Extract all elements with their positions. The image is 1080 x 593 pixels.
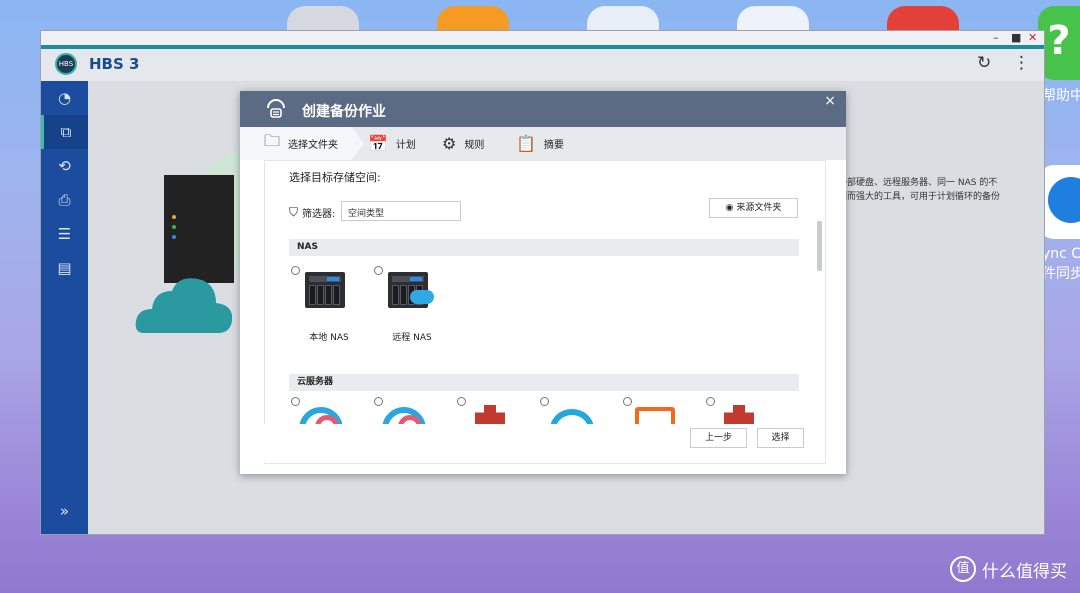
dialog-footer: 上一步 选择 (264, 424, 824, 462)
background-description: 外部硬盘、远程服务器、同一 NAS 的不 间而强大的工具，可用于计划循环的备份 (838, 178, 1001, 202)
local-nas-label: 本地 NAS (309, 333, 349, 343)
illustration-cloud-icon (135, 278, 233, 333)
summary-icon: 📋 (516, 134, 536, 153)
rules-icon: ⚙ (442, 134, 457, 153)
sync-icon[interactable]: ⟲ (41, 149, 88, 183)
space-type-filter[interactable]: 空间类型 (341, 201, 461, 221)
window-titlebar: – ■ ✕ (41, 31, 1044, 49)
filter-label-text: 筛选器: (302, 209, 336, 220)
calendar-icon: 📅 (368, 134, 388, 153)
maximize-button[interactable]: ■ (1011, 31, 1021, 45)
step-label: 选择文件夹 (288, 140, 339, 151)
hbs-logo-icon: HBS (55, 53, 77, 75)
watermark-text: 什么值得买 (982, 561, 1067, 582)
cloud-option-5-radio[interactable] (623, 397, 632, 406)
refresh-icon[interactable]: ↻ (977, 53, 991, 73)
wizard-steps: 🗀 选择文件夹 📅 计划 ⚙ 规则 📋 摘要 (240, 127, 846, 160)
section-title: 选择目标存储空间: (289, 171, 381, 184)
backup-job-icon (267, 99, 285, 118)
local-nas-icon (305, 272, 345, 308)
folder-icon: 🗀 (264, 131, 281, 150)
expand-sidebar-icon[interactable]: » (41, 502, 88, 520)
restore-icon[interactable]: ⎙ (41, 183, 88, 217)
cloud-option-4-radio[interactable] (540, 397, 549, 406)
minimize-button[interactable]: – (993, 31, 999, 45)
dialog-body: 选择目标存储空间: ⛉ 筛选器: 空间类型 ◉ 来源文件夹 NAS 本地 NAS (264, 160, 826, 464)
cloud-option-2-radio[interactable] (374, 397, 383, 406)
more-options-icon[interactable]: ⋮ (1013, 53, 1030, 73)
backup-icon[interactable]: ⧉ (41, 115, 88, 149)
step-summary: 📋 摘要 (516, 127, 564, 160)
scrollbar[interactable] (817, 221, 822, 271)
cloud-badge-icon (410, 290, 434, 304)
dashboard-icon[interactable]: ◔ (41, 81, 88, 115)
storage-icon[interactable]: ☰ (41, 217, 88, 251)
group-header-cloud: 云服务器 (289, 374, 799, 391)
previous-button[interactable]: 上一步 (690, 428, 747, 448)
remote-nas-label: 远程 NAS (392, 333, 432, 343)
app-title: HBS 3 (89, 55, 140, 73)
cloud-option-3-radio[interactable] (457, 397, 466, 406)
sidebar: ◔ ⧉ ⟲ ⎙ ☰ ▤ » (41, 81, 88, 534)
remote-nas-option[interactable]: 远程 NAS (374, 266, 450, 346)
app-header: HBS HBS 3 ↻ ⋮ (41, 49, 1044, 81)
create-backup-dialog: 创建备份作业 × 🗀 选择文件夹 📅 计划 ⚙ 规则 📋 摘要 选择目标存储空间… (240, 91, 846, 474)
watermark-logo-icon: 值 (950, 556, 976, 582)
eye-icon: ◉ (725, 203, 734, 213)
step-rules: ⚙ 规则 (442, 127, 484, 160)
filter-icon: ⛉ (289, 205, 299, 219)
dialog-title: 创建备份作业 (302, 104, 386, 120)
dialog-header: 创建备份作业 × (240, 91, 846, 127)
close-window-button[interactable]: ✕ (1028, 31, 1037, 45)
step-select-folder: 🗀 选择文件夹 (240, 127, 364, 160)
local-nas-option[interactable]: 本地 NAS (291, 266, 367, 346)
step-label: 计划 (395, 140, 416, 151)
step-label: 摘要 (543, 140, 564, 151)
cloud-option-1-radio[interactable] (291, 397, 300, 406)
remote-nas-radio[interactable] (374, 266, 383, 275)
source-folder-button[interactable]: ◉ 来源文件夹 (709, 198, 798, 218)
cloud-option-6-radio[interactable] (706, 397, 715, 406)
select-button[interactable]: 选择 (757, 428, 804, 448)
local-nas-radio[interactable] (291, 266, 300, 275)
logs-icon[interactable]: ▤ (41, 251, 88, 285)
source-folder-label: 来源文件夹 (736, 203, 782, 213)
watermark: 值 什么值得买 (950, 556, 1067, 582)
filter-label: ⛉ 筛选器: (289, 205, 335, 220)
illustration-nas-icon (164, 175, 234, 283)
step-label: 规则 (464, 140, 485, 151)
close-dialog-icon[interactable]: × (824, 93, 836, 109)
step-schedule: 📅 计划 (368, 127, 416, 160)
group-header-nas: NAS (289, 239, 799, 256)
